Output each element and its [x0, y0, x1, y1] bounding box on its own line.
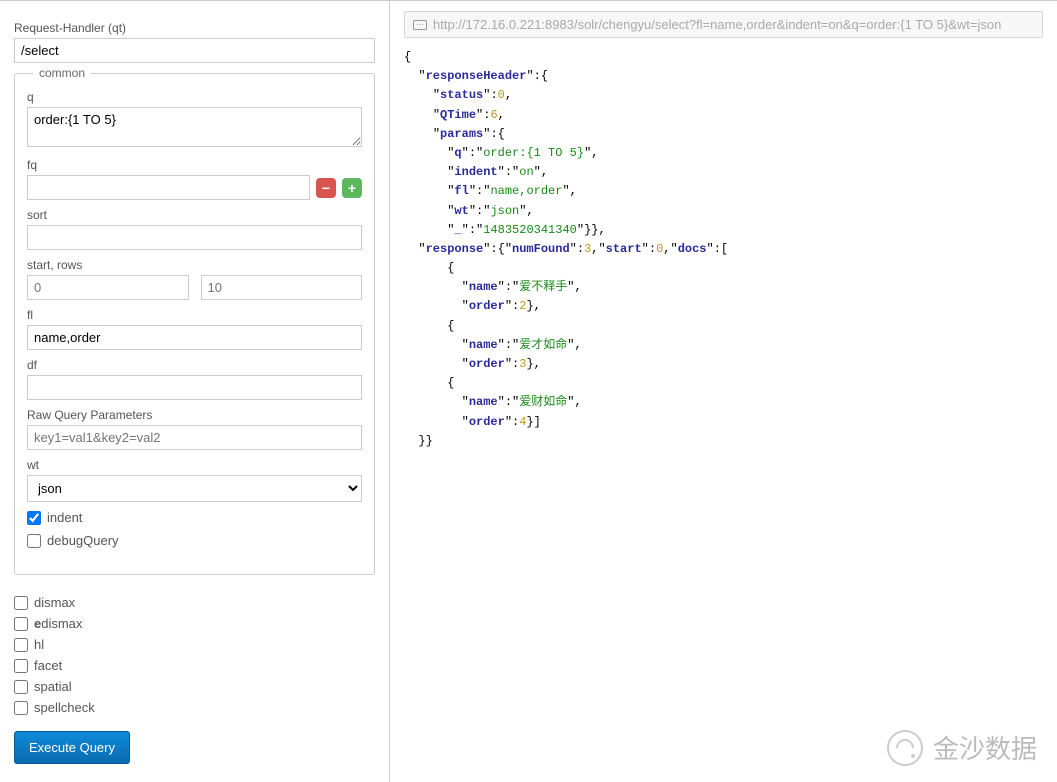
hl-label: hl	[34, 637, 44, 652]
watermark-text: 金沙数据	[933, 729, 1037, 766]
watermark: 金沙数据	[887, 729, 1037, 766]
main-container: Request-Handler (qt) common q order:{1 T…	[0, 0, 1057, 782]
start-rows-label: start, rows	[27, 258, 362, 272]
qt-input[interactable]	[14, 38, 375, 63]
df-label: df	[27, 358, 362, 372]
fl-label: fl	[27, 308, 362, 322]
fq-label: fq	[27, 158, 362, 172]
query-form-panel: Request-Handler (qt) common q order:{1 T…	[0, 1, 390, 782]
debugquery-label: debugQuery	[47, 533, 119, 548]
edismax-label: edismax	[34, 616, 82, 631]
rows-input[interactable]	[201, 275, 363, 300]
common-legend: common	[33, 66, 91, 80]
result-url-bar[interactable]: ⋯ http://172.16.0.221:8983/solr/chengyu/…	[404, 11, 1043, 38]
facet-label: facet	[34, 658, 62, 673]
sort-label: sort	[27, 208, 362, 222]
indent-checkbox[interactable]	[27, 511, 41, 525]
result-panel: ⋯ http://172.16.0.221:8983/solr/chengyu/…	[390, 1, 1057, 782]
fq-input[interactable]	[27, 175, 310, 200]
debugquery-checkbox[interactable]	[27, 534, 41, 548]
url-icon: ⋯	[413, 20, 427, 30]
sort-input[interactable]	[27, 225, 362, 250]
raw-params-input[interactable]	[27, 425, 362, 450]
edismax-checkbox[interactable]	[14, 617, 28, 631]
execute-query-button[interactable]: Execute Query	[14, 731, 130, 764]
facet-checkbox[interactable]	[14, 659, 28, 673]
remove-fq-button[interactable]: −	[316, 178, 336, 198]
query-options-block: dismax edismax hl facet spatial spellche…	[14, 595, 375, 715]
spatial-checkbox[interactable]	[14, 680, 28, 694]
result-url-text: http://172.16.0.221:8983/solr/chengyu/se…	[433, 17, 1001, 32]
qt-label: Request-Handler (qt)	[14, 21, 375, 35]
common-fieldset: common q order:{1 TO 5} fq − + sort star…	[14, 73, 375, 575]
hl-checkbox[interactable]	[14, 638, 28, 652]
json-output: { "responseHeader":{ "status":0, "QTime"…	[404, 48, 1043, 451]
wt-select[interactable]: json	[27, 475, 362, 502]
df-input[interactable]	[27, 375, 362, 400]
spatial-label: spatial	[34, 679, 72, 694]
spellcheck-checkbox[interactable]	[14, 701, 28, 715]
add-fq-button[interactable]: +	[342, 178, 362, 198]
q-input[interactable]: order:{1 TO 5}	[27, 107, 362, 147]
dismax-label: dismax	[34, 595, 75, 610]
spellcheck-label: spellcheck	[34, 700, 95, 715]
raw-params-label: Raw Query Parameters	[27, 408, 362, 422]
wechat-icon	[887, 730, 923, 766]
indent-label: indent	[47, 510, 82, 525]
q-label: q	[27, 90, 362, 104]
wt-label: wt	[27, 458, 362, 472]
dismax-checkbox[interactable]	[14, 596, 28, 610]
start-input[interactable]	[27, 275, 189, 300]
fl-input[interactable]	[27, 325, 362, 350]
